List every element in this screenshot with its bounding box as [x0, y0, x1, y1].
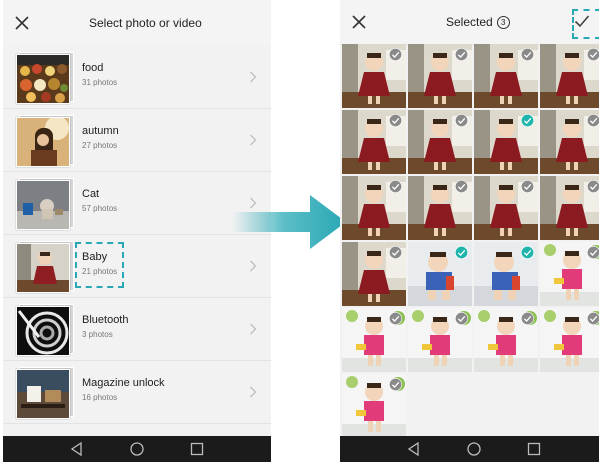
- row-divider: [3, 423, 271, 424]
- unselected-check-icon[interactable]: [587, 114, 599, 127]
- unselected-check-icon[interactable]: [455, 114, 468, 127]
- unselected-check-icon[interactable]: [521, 180, 534, 193]
- unselected-check-icon[interactable]: [587, 246, 599, 259]
- recents-icon[interactable]: [189, 441, 205, 457]
- album-row-food[interactable]: food 31 photos: [3, 46, 271, 109]
- photo-thumbnail[interactable]: [342, 242, 406, 306]
- album-name: autumn: [82, 125, 119, 137]
- unselected-check-icon[interactable]: [389, 180, 402, 193]
- photo-thumbnail[interactable]: [540, 308, 599, 372]
- back-icon[interactable]: [69, 441, 85, 457]
- album-thumbnail: [16, 115, 74, 167]
- photo-thumbnail[interactable]: [342, 44, 406, 108]
- photo-thumbnail[interactable]: [342, 110, 406, 174]
- photo-thumbnail[interactable]: [540, 176, 599, 240]
- unselected-check-icon[interactable]: [587, 312, 599, 325]
- photo-thumbnail[interactable]: [342, 374, 406, 438]
- album-photo-count: 57 photos: [82, 204, 118, 213]
- chevron-right-icon: [249, 71, 257, 83]
- unselected-check-icon[interactable]: [389, 246, 402, 259]
- photo-picker-header: Selected 3: [340, 0, 599, 45]
- unselected-check-icon[interactable]: [521, 48, 534, 61]
- photo-thumbnail[interactable]: [540, 44, 599, 108]
- album-row-bluetooth[interactable]: Bluetooth 3 photos: [3, 298, 271, 361]
- navigation-bar: [340, 436, 599, 462]
- transition-arrow-icon: [232, 195, 346, 249]
- confirm-highlight: [572, 9, 599, 39]
- home-icon[interactable]: [129, 441, 145, 457]
- album-picker-header: Select photo or video: [3, 0, 271, 47]
- album-cover-image: [16, 54, 70, 104]
- photo-thumbnail[interactable]: [408, 44, 472, 108]
- album-row-magazine-unlock[interactable]: Magazine unlock 16 photos: [3, 361, 271, 424]
- photo-thumbnail[interactable]: [474, 176, 538, 240]
- unselected-check-icon[interactable]: [455, 48, 468, 61]
- album-row-cat[interactable]: Cat 57 photos: [3, 172, 271, 235]
- unselected-check-icon[interactable]: [587, 48, 599, 61]
- photo-thumbnail[interactable]: [540, 242, 599, 306]
- album-picker-screen: Select photo or video food 31 photos autum…: [3, 0, 271, 462]
- page-title: Select photo or video: [89, 16, 202, 30]
- photo-thumbnail[interactable]: [408, 110, 472, 174]
- photo-thumbnail[interactable]: [342, 308, 406, 372]
- page-title: Selected 3: [446, 0, 510, 44]
- unselected-check-icon[interactable]: [389, 312, 402, 325]
- selected-check-icon[interactable]: [521, 114, 534, 127]
- album-name: Bluetooth: [82, 314, 129, 326]
- home-icon[interactable]: [466, 441, 482, 457]
- unselected-check-icon[interactable]: [455, 312, 468, 325]
- album-thumbnail: [16, 52, 74, 104]
- album-cover-image: [16, 180, 70, 230]
- album-row-autumn[interactable]: autumn 27 photos: [3, 109, 271, 172]
- album-thumbnail: [16, 178, 74, 230]
- photo-thumbnail[interactable]: [342, 176, 406, 240]
- chevron-right-icon: [249, 386, 257, 398]
- unselected-check-icon[interactable]: [587, 180, 599, 193]
- album-name: Magazine unlock: [82, 377, 165, 389]
- navigation-bar: [3, 436, 271, 462]
- unselected-check-icon[interactable]: [455, 180, 468, 193]
- unselected-check-icon[interactable]: [521, 312, 534, 325]
- album-photo-count: 16 photos: [82, 393, 118, 402]
- selection-highlight: [75, 242, 124, 288]
- close-icon[interactable]: [351, 14, 367, 30]
- photo-thumbnail[interactable]: [408, 308, 472, 372]
- photo-thumbnail[interactable]: [474, 44, 538, 108]
- photo-picker-screen: Selected 3: [340, 0, 599, 462]
- photo-thumbnail[interactable]: [408, 176, 472, 240]
- selected-check-icon[interactable]: [455, 246, 468, 259]
- unselected-check-icon[interactable]: [389, 378, 402, 391]
- photo-thumbnail[interactable]: [474, 110, 538, 174]
- photo-thumbnail[interactable]: [474, 242, 538, 306]
- album-name: Cat: [82, 188, 100, 200]
- selected-check-icon[interactable]: [521, 246, 534, 259]
- selected-count-badge: 3: [496, 16, 510, 29]
- album-cover-image: [16, 243, 70, 293]
- chevron-right-icon: [249, 260, 257, 272]
- close-icon[interactable]: [14, 15, 30, 31]
- album-thumbnail: [16, 241, 74, 293]
- unselected-check-icon[interactable]: [389, 48, 402, 61]
- photo-thumbnail[interactable]: [408, 242, 472, 306]
- album-thumbnail: [16, 304, 74, 356]
- photo-thumbnail[interactable]: [474, 308, 538, 372]
- album-photo-count: 31 photos: [82, 78, 118, 87]
- album-photo-count: 3 photos: [82, 330, 113, 339]
- album-cover-image: [16, 369, 70, 419]
- photo-thumbnail[interactable]: [540, 110, 599, 174]
- chevron-right-icon: [249, 323, 257, 335]
- album-cover-image: [16, 306, 70, 356]
- album-name: food: [82, 62, 104, 74]
- selected-label: Selected: [446, 15, 493, 29]
- unselected-check-icon[interactable]: [389, 114, 402, 127]
- album-cover-image: [16, 117, 70, 167]
- recents-icon[interactable]: [526, 441, 542, 457]
- album-photo-count: 27 photos: [82, 141, 118, 150]
- album-thumbnail: [16, 367, 74, 419]
- chevron-right-icon: [249, 134, 257, 146]
- back-icon[interactable]: [406, 441, 422, 457]
- album-row-baby[interactable]: Baby 21 photos: [3, 235, 271, 298]
